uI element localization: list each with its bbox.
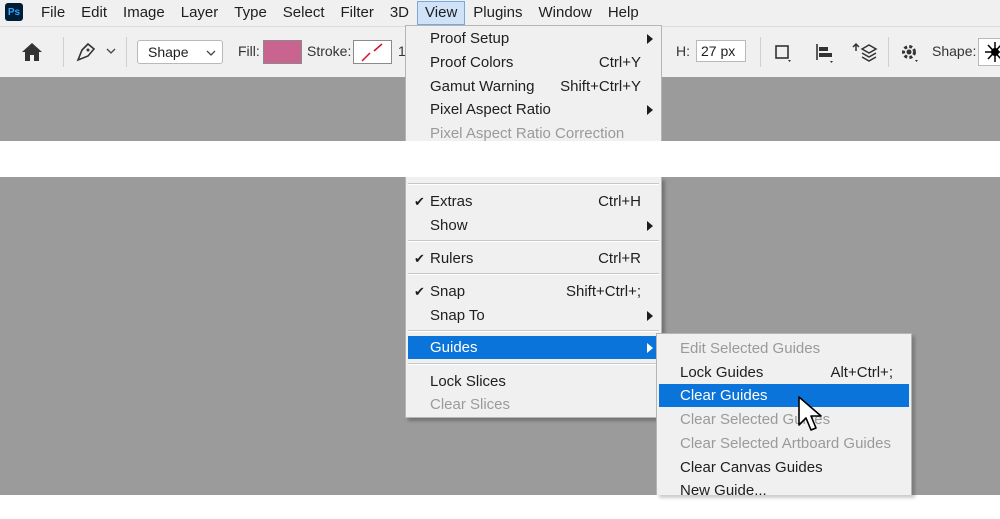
submenu-arrow-icon xyxy=(647,311,653,321)
submenu-arrow-icon xyxy=(647,221,653,231)
path-alignment-icon[interactable] xyxy=(814,42,836,64)
screenshot-gap xyxy=(0,141,1000,177)
menu-image[interactable]: Image xyxy=(115,1,173,25)
shortcut: Shift+Ctrl+Y xyxy=(560,78,641,95)
menu-window[interactable]: Window xyxy=(530,1,599,25)
menu-help[interactable]: Help xyxy=(600,1,647,25)
stroke-color-swatch[interactable] xyxy=(353,40,392,64)
menu-type[interactable]: Type xyxy=(226,1,275,25)
separator xyxy=(126,37,127,67)
menu-item-pixel-aspect-ratio[interactable]: Pixel Aspect Ratio xyxy=(408,98,659,121)
menu-item-proof-setup[interactable]: Proof Setup xyxy=(408,27,659,50)
menu-3d[interactable]: 3D xyxy=(382,1,417,25)
mouse-cursor-icon xyxy=(797,395,825,437)
height-label: H: xyxy=(676,43,690,59)
menu-item-clear-selected-artboard-guides: Clear Selected Artboard Guides xyxy=(680,435,891,452)
height-input[interactable]: 27 px xyxy=(696,40,746,62)
separator xyxy=(760,37,761,67)
menu-item-pixel-aspect-ratio-correction: Pixel Aspect Ratio Correction xyxy=(430,125,625,142)
menu-item-extras[interactable]: ✔ Extras Ctrl+H xyxy=(408,190,659,213)
menu-plugins[interactable]: Plugins xyxy=(465,1,530,25)
path-arrangement-icon[interactable] xyxy=(852,41,878,65)
guides-submenu: Edit Selected Guides Lock Guides Alt+Ctr… xyxy=(656,333,912,495)
menu-items: File Edit Image Layer Type Select Filter… xyxy=(33,0,647,26)
menu-select[interactable]: Select xyxy=(275,1,333,25)
menu-item-gamut-warning[interactable]: Gamut Warning Shift+Ctrl+Y xyxy=(408,75,659,98)
menu-item-proof-colors[interactable]: Proof Colors Ctrl+Y xyxy=(408,51,659,74)
shortcut: Alt+Ctrl+; xyxy=(830,364,893,381)
menu-item-new-guide[interactable]: New Guide... xyxy=(659,479,909,495)
menu-separator xyxy=(408,363,659,365)
menu-separator xyxy=(408,183,659,185)
menu-item-clear-guides[interactable]: Clear Guides xyxy=(659,384,909,407)
tool-mode-value: Shape xyxy=(148,44,189,60)
menu-separator xyxy=(408,330,659,332)
fill-color-swatch[interactable] xyxy=(263,40,302,64)
view-menu-dropdown: Proof Setup Proof Colors Ctrl+Y Gamut Wa… xyxy=(405,25,662,142)
tool-mode-select[interactable]: Shape xyxy=(137,40,223,64)
menu-filter[interactable]: Filter xyxy=(333,1,382,25)
chevron-down-icon xyxy=(206,43,216,64)
stroke-label: Stroke: xyxy=(307,43,352,59)
menu-layer[interactable]: Layer xyxy=(173,1,227,25)
menu-item-show[interactable]: Show xyxy=(408,214,659,237)
menu-item-edit-selected-guides: Edit Selected Guides xyxy=(680,340,821,357)
menu-edit[interactable]: Edit xyxy=(73,1,115,25)
menu-item-rulers[interactable]: ✔ Rulers Ctrl+R xyxy=(408,247,659,270)
menu-item-lock-guides[interactable]: Lock Guides Alt+Ctrl+; xyxy=(659,361,909,384)
submenu-arrow-icon xyxy=(647,105,653,115)
view-menu-dropdown: ✔ Extras Ctrl+H Show ✔ Rulers Ctrl+R ✔ S… xyxy=(405,177,662,418)
menu-item-lock-slices[interactable]: Lock Slices xyxy=(408,370,659,393)
screenshot-margin xyxy=(0,495,1000,519)
shortcut: Ctrl+Y xyxy=(598,54,641,71)
menu-item-snap-to[interactable]: Snap To xyxy=(408,304,659,327)
checkmark-icon: ✔ xyxy=(414,251,425,266)
submenu-arrow-icon xyxy=(647,34,653,44)
menu-file[interactable]: File xyxy=(33,1,73,25)
gear-icon[interactable] xyxy=(899,42,921,64)
menu-separator xyxy=(408,273,659,275)
separator xyxy=(888,37,889,67)
shape-picker[interactable] xyxy=(978,38,1000,66)
home-icon[interactable] xyxy=(20,41,44,63)
menu-item-clear-selected-guides: Clear Selected Guides xyxy=(680,411,831,428)
menu-bar: Ps File Edit Image Layer Type Select Fil… xyxy=(0,0,1000,26)
separator xyxy=(63,37,64,67)
shortcut: Ctrl+H xyxy=(598,193,641,210)
path-operations-icon[interactable] xyxy=(774,44,794,64)
pen-shape-tool-icon[interactable] xyxy=(74,40,100,64)
checkmark-icon: ✔ xyxy=(414,284,425,299)
menu-item-guides[interactable]: Guides xyxy=(408,336,659,359)
menu-item-snap[interactable]: ✔ Snap Shift+Ctrl+; xyxy=(408,280,659,303)
shortcut: Shift+Ctrl+; xyxy=(565,283,641,300)
checkmark-icon: ✔ xyxy=(414,194,425,209)
chevron-down-icon[interactable] xyxy=(106,47,116,55)
menu-view[interactable]: View xyxy=(417,1,466,25)
fill-label: Fill: xyxy=(238,43,260,59)
shape-label: Shape: xyxy=(932,43,977,59)
menu-item-clear-canvas-guides[interactable]: Clear Canvas Guides xyxy=(659,456,909,479)
shortcut: Ctrl+R xyxy=(598,250,641,267)
photoshop-logo: Ps xyxy=(5,3,23,21)
submenu-arrow-icon xyxy=(647,343,653,353)
menu-item-clear-slices: Clear Slices xyxy=(430,396,511,413)
menu-separator xyxy=(408,240,659,242)
